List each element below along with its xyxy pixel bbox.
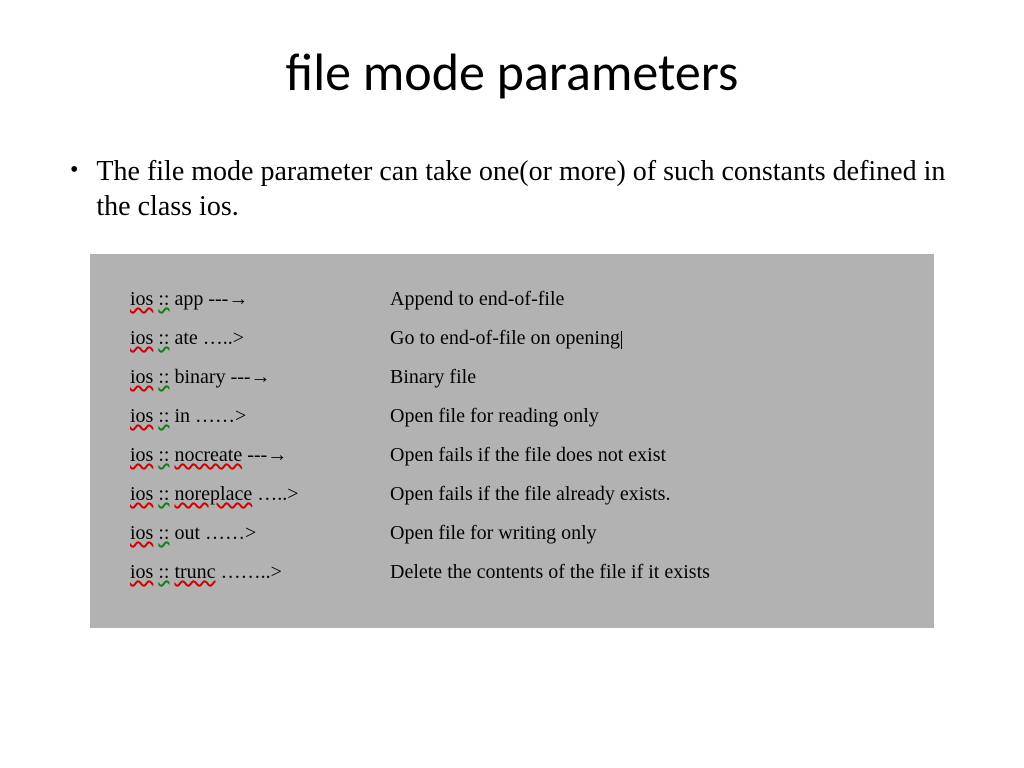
slide: file mode parameters • The file mode par… [0, 0, 1024, 768]
param-cell: ios :: nocreate ---→ [130, 444, 390, 467]
description-cell: Binary file [390, 366, 894, 389]
bullet-item: • The file mode parameter can take one(o… [70, 154, 964, 224]
table-row: ios :: app ---→Append to end-of-file [130, 288, 894, 311]
param-cell: ios :: in ……> [130, 405, 390, 428]
param-name: nocreate [174, 444, 242, 466]
table-row: ios :: out ……>Open file for writing only [130, 522, 894, 545]
table-row: ios :: binary ---→Binary file [130, 366, 894, 389]
arrow-icon: → [228, 288, 248, 310]
param-cell: ios :: out ……> [130, 522, 390, 545]
scope-separator: :: [158, 405, 169, 427]
ios-prefix: ios [130, 288, 153, 310]
ios-prefix: ios [130, 483, 153, 505]
table-row: ios :: in ……>Open file for reading only [130, 405, 894, 428]
scope-separator: :: [158, 522, 169, 544]
table-row: ios :: noreplace …..>Open fails if the f… [130, 483, 894, 506]
param-cell: ios :: app ---→ [130, 288, 390, 311]
param-name: trunc [174, 561, 215, 583]
param-cell: ios :: trunc ……..> [130, 561, 390, 584]
scope-separator: :: [158, 444, 169, 466]
connector-tail: > [245, 522, 256, 544]
connector: ….. [203, 327, 233, 349]
ios-prefix: ios [130, 366, 153, 388]
scope-separator: :: [158, 483, 169, 505]
connector-tail: > [235, 405, 246, 427]
description-cell: Open fails if the file already exists. [390, 483, 894, 506]
ios-prefix: ios [130, 561, 153, 583]
connector: --- [247, 444, 267, 466]
param-name: binary [174, 366, 225, 388]
param-name: app [174, 288, 203, 310]
bullet-list: • The file mode parameter can take one(o… [70, 154, 964, 224]
scope-separator: :: [158, 288, 169, 310]
scope-separator: :: [158, 327, 169, 349]
arrow-icon: → [251, 366, 271, 388]
description-cell: Open file for writing only [390, 522, 894, 545]
connector-tail: > [233, 327, 244, 349]
text-cursor [621, 331, 622, 349]
description-cell: Go to end-of-file on opening [390, 327, 894, 350]
connector-tail: > [287, 483, 298, 505]
parameters-table: ios :: app ---→Append to end-of-fileios … [90, 254, 934, 628]
bullet-dot: • [70, 154, 78, 224]
connector: --- [208, 288, 228, 310]
param-name: noreplace [174, 483, 252, 505]
connector: ….. [257, 483, 287, 505]
table-row: ios :: nocreate ---→Open fails if the fi… [130, 444, 894, 467]
ios-prefix: ios [130, 327, 153, 349]
slide-title: file mode parameters [60, 40, 964, 104]
connector-tail: > [271, 561, 282, 583]
param-name: ate [174, 327, 197, 349]
param-name: in [174, 405, 190, 427]
param-cell: ios :: ate …..> [130, 327, 390, 350]
connector: --- [231, 366, 251, 388]
description-cell: Open fails if the file does not exist [390, 444, 894, 467]
param-cell: ios :: binary ---→ [130, 366, 390, 389]
param-cell: ios :: noreplace …..> [130, 483, 390, 506]
arrow-icon: → [267, 444, 287, 466]
connector: …… [205, 522, 245, 544]
description-cell: Delete the contents of the file if it ex… [390, 561, 894, 584]
table-row: ios :: trunc ……..>Delete the contents of… [130, 561, 894, 584]
ios-prefix: ios [130, 444, 153, 466]
connector: …… [195, 405, 235, 427]
scope-separator: :: [158, 561, 169, 583]
description-cell: Open file for reading only [390, 405, 894, 428]
scope-separator: :: [158, 366, 169, 388]
description-cell: Append to end-of-file [390, 288, 894, 311]
bullet-text: The file mode parameter can take one(or … [96, 154, 964, 224]
param-name: out [174, 522, 200, 544]
ios-prefix: ios [130, 522, 153, 544]
connector: …….. [221, 561, 271, 583]
ios-prefix: ios [130, 405, 153, 427]
table-row: ios :: ate …..>Go to end-of-file on open… [130, 327, 894, 350]
